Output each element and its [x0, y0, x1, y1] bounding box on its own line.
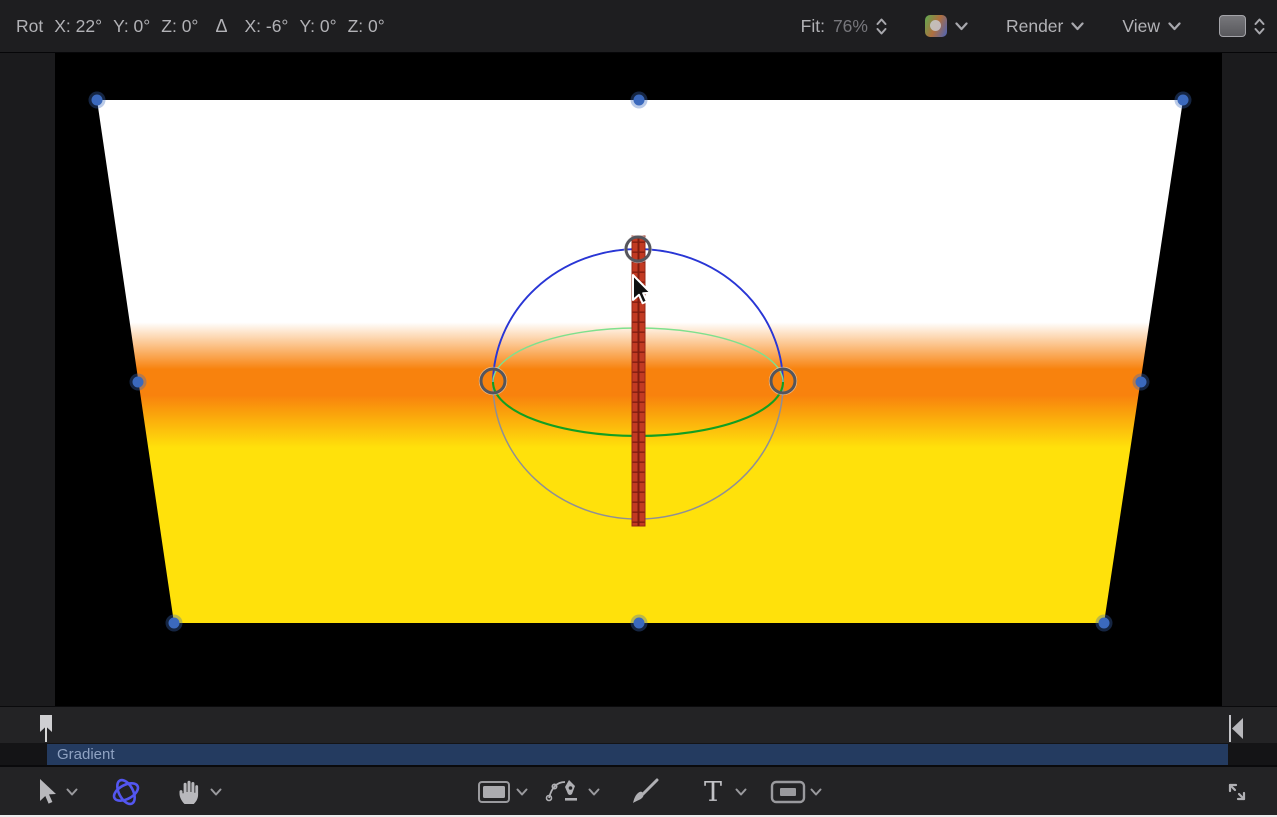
rectangle-icon — [477, 779, 511, 805]
text-tool-dropdown[interactable] — [735, 767, 747, 816]
bezier-tool[interactable] — [545, 767, 583, 816]
chevron-down-icon — [1168, 22, 1181, 31]
canvas-scene — [55, 53, 1222, 706]
text-tool[interactable]: T — [700, 767, 726, 816]
motion-canvas-window: Rot X: 22° Y: 0° Z: 0° Δ X: -6° Y: 0° Z:… — [0, 0, 1277, 817]
pen-icon — [545, 777, 583, 807]
mask-tool-dropdown[interactable] — [810, 767, 822, 816]
rectangle-tool-dropdown[interactable] — [516, 767, 528, 816]
layout-square-icon — [1219, 15, 1246, 37]
track-label: Gradient — [57, 746, 115, 763]
color-swatch-icon — [925, 15, 947, 37]
rotation-readout: Rot X: 22° Y: 0° Z: 0° Δ X: -6° Y: 0° Z:… — [16, 16, 385, 37]
window-layout-control[interactable] — [1219, 15, 1265, 37]
timeline-bar-gradient[interactable]: Gradient — [47, 744, 1228, 765]
range-end-marker-icon[interactable] — [1230, 715, 1243, 742]
chevron-down-icon — [735, 788, 747, 796]
transform-3d-tool[interactable] — [110, 767, 142, 816]
channels-dropdown[interactable] — [925, 15, 968, 37]
diagonal-arrows-icon — [1222, 777, 1252, 807]
chevron-down-icon — [1071, 22, 1084, 31]
playhead-marker-icon[interactable] — [40, 715, 52, 742]
chevron-down-icon — [955, 22, 968, 31]
mask-rectangle-icon — [770, 779, 806, 805]
rotation-y-value: Y: 0° — [113, 16, 150, 37]
paint-stroke-tool[interactable] — [628, 767, 662, 816]
pan-tool[interactable] — [176, 767, 202, 816]
rotation-x-value: X: 22° — [54, 16, 102, 37]
arrow-cursor-icon — [36, 778, 58, 806]
render-menu[interactable]: Render — [1006, 16, 1084, 37]
chevron-down-icon — [66, 788, 78, 796]
text-T-icon: T — [700, 776, 726, 808]
hand-icon — [176, 778, 202, 805]
bezier-tool-dropdown[interactable] — [588, 767, 600, 816]
svg-text:T: T — [704, 777, 722, 808]
mask-tool[interactable] — [770, 767, 806, 816]
rotation-label: Rot — [16, 16, 43, 37]
delta-symbol: Δ — [215, 16, 227, 37]
mini-timeline[interactable] — [0, 706, 1277, 743]
zoom-percent-value: 76% — [833, 16, 868, 37]
zoom-stepper-icon[interactable] — [876, 18, 887, 35]
chevron-down-icon — [810, 788, 822, 796]
select-tool-dropdown[interactable] — [66, 767, 78, 816]
view-menu[interactable]: View — [1122, 16, 1181, 37]
canvas-status-bar: Rot X: 22° Y: 0° Z: 0° Δ X: -6° Y: 0° Z:… — [0, 0, 1277, 53]
chevron-down-icon — [210, 788, 222, 796]
render-menu-label: Render — [1006, 16, 1063, 37]
fit-label: Fit: — [801, 16, 825, 37]
delta-x-value: X: -6° — [244, 16, 288, 37]
chevron-down-icon — [588, 788, 600, 796]
delta-z-value: Z: 0° — [348, 16, 385, 37]
tool-strip: T — [0, 766, 1277, 815]
select-tool[interactable] — [36, 767, 58, 816]
pan-tool-dropdown[interactable] — [210, 767, 222, 816]
view-menu-label: View — [1122, 16, 1160, 37]
layout-stepper-icon — [1254, 18, 1265, 35]
zoom-level-control[interactable]: Fit: 76% — [801, 16, 887, 37]
timeline-track-row: Gradient — [0, 743, 1277, 766]
delta-y-value: Y: 0° — [299, 16, 336, 37]
rotation-z-value: Z: 0° — [161, 16, 198, 37]
rectangle-tool[interactable] — [477, 767, 511, 816]
canvas-viewport[interactable] — [55, 53, 1222, 706]
resize-window-control[interactable] — [1222, 767, 1252, 816]
brush-icon — [628, 776, 662, 808]
orbit-3d-icon — [110, 776, 142, 808]
chevron-down-icon — [516, 788, 528, 796]
